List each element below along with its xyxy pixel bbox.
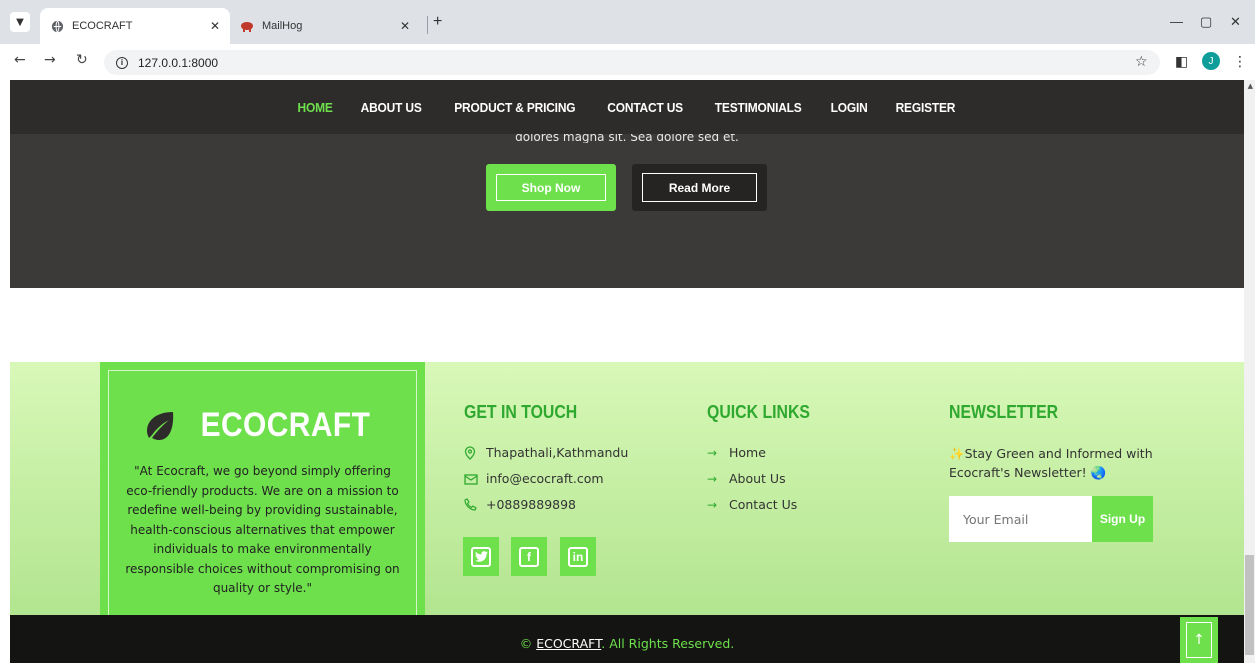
contact-email[interactable]: info@ecocraft.com (464, 471, 604, 486)
nav-testimonials[interactable]: TESTIMONIALS (714, 100, 801, 115)
contact-address: Thapathali,Kathmandu (464, 445, 628, 460)
copyright-brand-link[interactable]: ECOCRAFT (536, 636, 601, 651)
newsletter-email-input[interactable] (949, 496, 1092, 542)
pig-icon (240, 19, 254, 33)
brand-name: ECOCRAFT (200, 406, 371, 444)
contact-phone[interactable]: +0889889898 (464, 497, 576, 512)
arrow-right-icon: → (707, 471, 718, 486)
browser-toolbar: ← → ↻ i 127.0.0.1:8000 ☆ ◧ ⋮ (0, 44, 1255, 80)
tab-separator (427, 16, 428, 34)
arrow-up-icon: ↑ (1186, 622, 1212, 658)
nav-contact-us[interactable]: CONTACT US (608, 100, 684, 115)
read-more-button[interactable]: Read More (632, 164, 767, 211)
chevron-down-icon: ▼ (16, 16, 24, 28)
sidepanel-icon[interactable]: ◧ (1175, 54, 1188, 70)
read-more-label: Read More (642, 173, 757, 202)
twitter-link[interactable] (463, 537, 499, 576)
envelope-icon (464, 473, 480, 485)
more-menu-icon[interactable]: ⋮ (1233, 54, 1247, 70)
facebook-link[interactable]: f (511, 537, 547, 576)
forward-arrow-icon[interactable]: → (44, 52, 56, 68)
address-bar[interactable]: i 127.0.0.1:8000 (104, 50, 1160, 75)
globe-icon (50, 19, 64, 33)
nav-home[interactable]: HOME (298, 100, 333, 115)
shop-now-label: Shop Now (496, 174, 606, 201)
quick-link-label: Home (729, 445, 766, 460)
main-navbar: HOME ABOUT US PRODUCT & PRICING CONTACT … (10, 80, 1244, 134)
linkedin-link[interactable]: in (560, 537, 596, 576)
info-icon[interactable]: i (116, 56, 128, 69)
nav-about-us[interactable]: ABOUT US (361, 100, 422, 115)
facebook-icon: f (519, 546, 539, 567)
shop-now-button[interactable]: Shop Now (486, 164, 616, 211)
reload-icon[interactable]: ↻ (76, 52, 88, 68)
brand-description: "At Ecocraft, we go beyond simply offeri… (125, 464, 400, 595)
newsletter-text: ✨Stay Green and Informed with Ecocraft's… (949, 446, 1153, 480)
tab-mailhog[interactable]: MailHog ✕ (230, 8, 420, 44)
back-arrow-icon[interactable]: ← (14, 52, 26, 68)
tab-ecocraft[interactable]: ECOCRAFT ✕ (40, 8, 230, 44)
map-marker-icon (464, 445, 480, 460)
sign-up-button[interactable]: Sign Up (1092, 496, 1153, 542)
tab-title: ECOCRAFT (72, 20, 133, 32)
arrow-right-icon: → (707, 445, 718, 460)
page-scrollbar[interactable]: ▲ (1244, 80, 1255, 663)
quick-link-label: Contact Us (729, 497, 798, 512)
profile-avatar[interactable]: J (1202, 52, 1220, 70)
arrow-right-icon: → (707, 497, 718, 512)
brand-logo[interactable]: ECOCRAFT (100, 406, 425, 445)
page-viewport: dolores magna sit. Sea dolore sed et. HO… (0, 80, 1255, 663)
close-icon[interactable]: ✕ (400, 19, 410, 33)
twitter-icon (471, 546, 491, 567)
nav-login[interactable]: LOGIN (830, 100, 867, 115)
scrollbar-thumb[interactable] (1245, 555, 1254, 655)
tab-search-button[interactable]: ▼ (10, 12, 30, 32)
scroll-up-icon[interactable]: ▲ (1248, 82, 1253, 90)
phone-text: +0889889898 (486, 497, 577, 512)
quick-link-label: About Us (729, 471, 786, 486)
nav-product-pricing[interactable]: PRODUCT & PRICING (454, 100, 575, 115)
tab-title: MailHog (262, 20, 303, 32)
close-icon[interactable]: ✕ (210, 19, 220, 33)
phone-icon (464, 498, 480, 511)
get-in-touch-title: GET IN TOUCH (464, 402, 578, 422)
quick-link-contact[interactable]: → Contact Us (707, 497, 797, 512)
url-text: 127.0.0.1:8000 (138, 55, 219, 70)
quick-links-title: QUICK LINKS (707, 402, 810, 422)
new-tab-button[interactable]: + (433, 13, 442, 31)
copyright-rest: . All Rights Reserved. (601, 636, 735, 651)
minimize-icon[interactable]: — (1170, 14, 1183, 29)
email-text: info@ecocraft.com (486, 471, 604, 486)
address-text: Thapathali,Kathmandu (486, 445, 629, 460)
leaf-icon (147, 411, 174, 440)
quick-link-about[interactable]: → About Us (707, 471, 786, 486)
nav-register[interactable]: REGISTER (896, 100, 956, 115)
quick-link-home[interactable]: → Home (707, 445, 766, 460)
newsletter-title: NEWSLETTER (949, 402, 1059, 422)
linkedin-icon: in (568, 546, 588, 567)
restore-icon[interactable]: ▢ (1200, 14, 1212, 30)
browser-tabstrip: ▼ ECOCRAFT ✕ MailHog ✕ + — ▢ ✕ (0, 0, 1255, 44)
back-to-top-button[interactable]: ↑ (1180, 617, 1218, 663)
copyright-text: © ECOCRAFT. All Rights Reserved. (519, 636, 735, 651)
star-icon[interactable]: ☆ (1135, 54, 1148, 70)
close-window-icon[interactable]: ✕ (1230, 14, 1241, 30)
